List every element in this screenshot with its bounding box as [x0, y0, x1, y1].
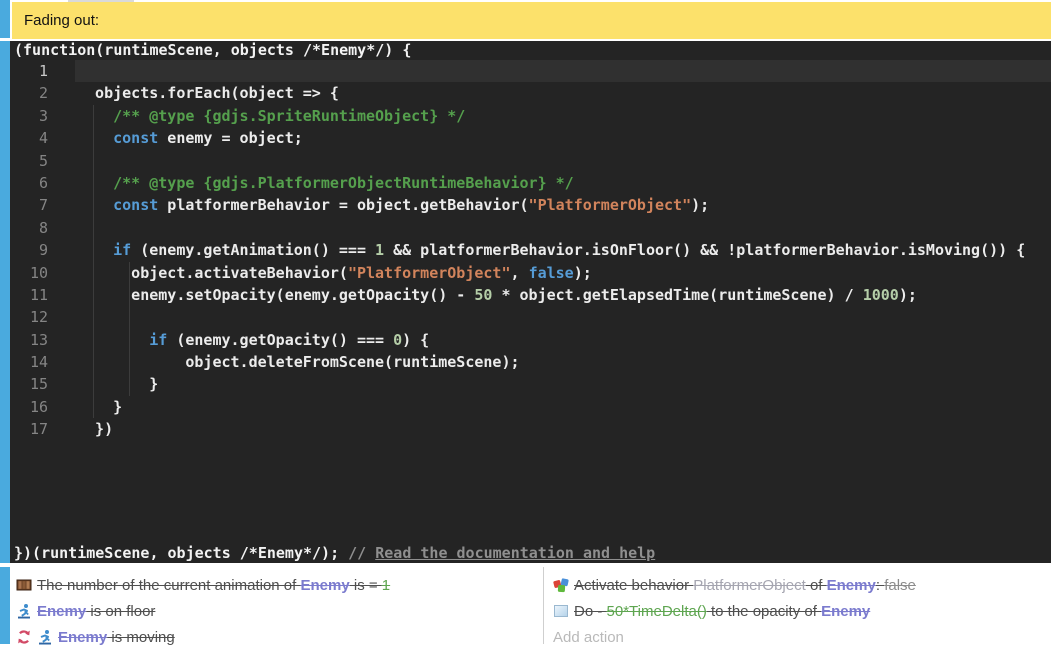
line-number: 15 [10, 373, 58, 395]
code-line[interactable]: 15 } [10, 373, 1051, 395]
code-line[interactable]: 7 const platformerBehavior = object.getB… [10, 194, 1051, 216]
animation-frame-icon [16, 577, 32, 593]
line-number: 12 [10, 306, 58, 328]
code-text: } [75, 396, 1051, 418]
line-number: 6 [10, 172, 58, 194]
condition-sentence: Enemy is moving [58, 629, 175, 646]
code-lines[interactable]: 12 objects.forEach(object => {3 /** @typ… [10, 60, 1051, 441]
comment-text: Fading out: [24, 12, 99, 29]
line-number: 2 [10, 82, 58, 104]
condition-row[interactable]: The number of the current animation of E… [11, 572, 543, 598]
code-line[interactable]: 3 /** @type {gdjs.SpriteRuntimeObject} *… [10, 105, 1051, 127]
comment-event[interactable]: Fading out: [12, 2, 1051, 39]
code-text [75, 150, 1051, 172]
code-line[interactable]: 1 [10, 60, 1051, 82]
code-line[interactable]: 2 objects.forEach(object => { [10, 82, 1051, 104]
code-text: if (enemy.getOpacity() === 0) { [75, 329, 1051, 351]
code-text [75, 306, 1051, 328]
conditions-column[interactable]: The number of the current animation of E… [11, 572, 543, 650]
code-text [75, 217, 1051, 239]
line-number: 16 [10, 396, 58, 418]
code-text: object.deleteFromScene(runtimeScene); [75, 351, 1051, 373]
action-sentence: Do - 50*TimeDelta() to the opacity of En… [574, 603, 870, 620]
line-number: 7 [10, 194, 58, 216]
line-number: 5 [10, 150, 58, 172]
js-code-event[interactable]: (function(runtimeScene, objects /*Enemy*… [10, 41, 1051, 563]
code-line[interactable]: 6 /** @type {gdjs.PlatformerObjectRuntim… [10, 172, 1051, 194]
code-line[interactable]: 8 [10, 217, 1051, 239]
action-row[interactable]: Activate behavior PlatformerObject of En… [548, 572, 1051, 598]
code-line[interactable]: 11 enemy.setOpacity(enemy.getOpacity() -… [10, 284, 1051, 306]
code-text: objects.forEach(object => { [75, 82, 1051, 104]
code-header-line: (function(runtimeScene, objects /*Enemy*… [10, 41, 1051, 60]
platformer-icon [37, 629, 53, 645]
line-number: 13 [10, 329, 58, 351]
line-number: 14 [10, 351, 58, 373]
line-number: 8 [10, 217, 58, 239]
line-number: 3 [10, 105, 58, 127]
actions-column[interactable]: Activate behavior PlatformerObject of En… [548, 572, 1051, 650]
documentation-link[interactable]: Read the documentation and help [375, 544, 655, 562]
code-line[interactable]: 10 object.activateBehavior("PlatformerOb… [10, 262, 1051, 284]
moving-icon [16, 629, 32, 645]
code-text: } [75, 373, 1051, 395]
line-number: 4 [10, 127, 58, 149]
line-number: 17 [10, 418, 58, 440]
code-line[interactable]: 14 object.deleteFromScene(runtimeScene); [10, 351, 1051, 373]
code-text: const enemy = object; [75, 127, 1051, 149]
code-line[interactable]: 17 }) [10, 418, 1051, 440]
conditions-actions-divider [543, 567, 544, 644]
code-text [75, 60, 1051, 82]
code-text: const platformerBehavior = object.getBeh… [75, 194, 1051, 216]
condition-sentence: Enemy is on floor [37, 603, 155, 620]
code-text: /** @type {gdjs.SpriteRuntimeObject} */ [75, 105, 1051, 127]
add-action-button[interactable]: Add action [548, 624, 1051, 650]
code-text: if (enemy.getAnimation() === 1 && platfo… [75, 239, 1051, 261]
line-number: 9 [10, 239, 58, 261]
opacity-icon [553, 603, 569, 619]
line-number: 11 [10, 284, 58, 306]
action-sentence: Activate behavior PlatformerObject of En… [574, 577, 916, 594]
indent-guide [93, 105, 94, 419]
code-line[interactable]: 4 const enemy = object; [10, 127, 1051, 149]
code-line[interactable]: 5 [10, 150, 1051, 172]
condition-sentence: The number of the current animation of E… [37, 577, 390, 594]
code-text: enemy.setOpacity(enemy.getOpacity() - 50… [75, 284, 1051, 306]
line-number: 1 [10, 60, 58, 82]
code-text: /** @type {gdjs.PlatformerObjectRuntimeB… [75, 172, 1051, 194]
code-text: }) [75, 418, 1051, 440]
code-footer-line: })(runtimeScene, objects /*Enemy*/); // … [10, 544, 1051, 563]
code-text: object.activateBehavior("PlatformerObjec… [75, 262, 1051, 284]
standard-event[interactable]: The number of the current animation of E… [11, 567, 1051, 644]
event-sheet: { "comment_event": { "text": "Fading out… [0, 0, 1051, 644]
event-selection-strip[interactable] [0, 0, 10, 644]
action-row[interactable]: Do - 50*TimeDelta() to the opacity of En… [548, 598, 1051, 624]
code-line[interactable]: 16 } [10, 396, 1051, 418]
footer-code: })(runtimeScene, objects /*Enemy*/); [14, 544, 348, 562]
indent-guide [129, 262, 130, 396]
condition-row[interactable]: Enemy is on floor [11, 598, 543, 624]
platformer-icon [16, 603, 32, 619]
code-line[interactable]: 9 if (enemy.getAnimation() === 1 && plat… [10, 239, 1051, 261]
line-number: 10 [10, 262, 58, 284]
behavior-icon [553, 577, 569, 593]
code-line[interactable]: 12 [10, 306, 1051, 328]
footer-comment-prefix: // [348, 544, 375, 562]
code-line[interactable]: 13 if (enemy.getOpacity() === 0) { [10, 329, 1051, 351]
condition-row[interactable]: Enemy is moving [11, 624, 543, 650]
